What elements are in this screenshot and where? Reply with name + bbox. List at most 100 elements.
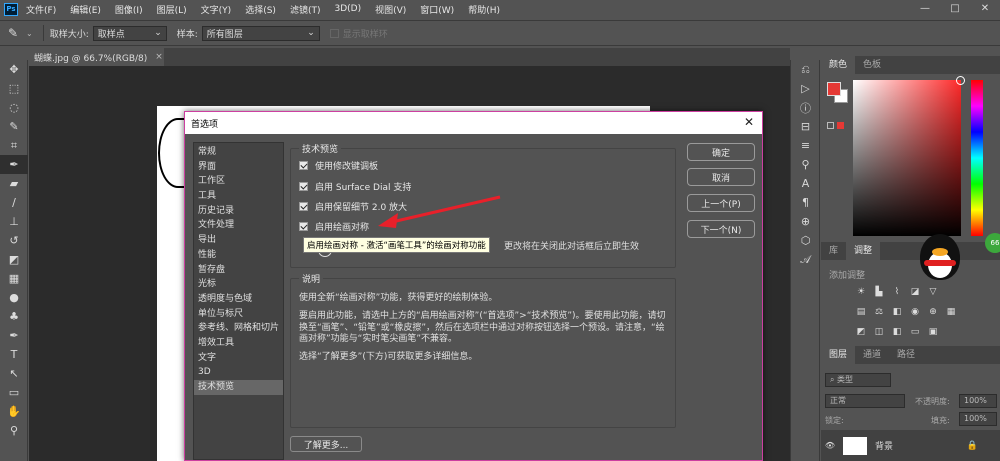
next-button[interactable]: 下一个(N) <box>687 220 755 238</box>
black-white-icon[interactable]: ◧ <box>889 306 905 318</box>
option-surface-dial[interactable]: 启用 Surface Dial 支持 <box>299 180 411 193</box>
hand-tool-icon[interactable]: ✋ <box>0 402 28 421</box>
checkbox-checked[interactable] <box>299 202 308 211</box>
out-of-gamut-icon[interactable] <box>837 122 844 129</box>
healing-brush-tool-icon[interactable]: ▰ <box>0 174 28 193</box>
curves-icon[interactable]: ⌇ <box>889 286 905 298</box>
vibrance-icon[interactable]: ▽ <box>925 286 941 298</box>
lasso-tool-icon[interactable]: ◌ <box>0 98 28 117</box>
menu-view[interactable]: 视图(V) <box>375 3 406 16</box>
paragraph-icon[interactable]: ¶ <box>791 193 820 212</box>
hue-saturation-icon[interactable]: ▤ <box>853 306 869 318</box>
eraser-tool-icon[interactable]: ◩ <box>0 250 28 269</box>
tab-swatches[interactable]: 色板 <box>855 56 889 74</box>
option-paint-symmetry[interactable]: 启用绘画对称 <box>299 220 369 233</box>
character-icon[interactable]: A <box>791 174 820 193</box>
layer-row[interactable]: 👁 背景 🔒 <box>821 430 1000 461</box>
move-tool-icon[interactable]: ✥ <box>0 60 28 79</box>
menu-select[interactable]: 选择(S) <box>245 3 276 16</box>
maximize-button[interactable]: □ <box>940 0 970 18</box>
color-field[interactable] <box>853 76 965 236</box>
menu-type[interactable]: 文字(Y) <box>201 3 232 16</box>
close-icon[interactable]: ✕ <box>744 115 754 129</box>
default-colors-icon[interactable] <box>827 122 834 129</box>
threshold-icon[interactable]: ◧ <box>889 326 905 338</box>
category-workspace[interactable]: 工作区 <box>194 174 283 189</box>
glyphs-icon[interactable]: 𝒜 <box>791 250 820 269</box>
opacity-field[interactable]: 100% <box>959 394 997 408</box>
posterize-icon[interactable]: ◫ <box>871 326 887 338</box>
invert-icon[interactable]: ◩ <box>853 326 869 338</box>
clone-source-icon[interactable]: ⊕ <box>791 212 820 231</box>
type-tool-icon[interactable]: T <box>0 345 28 364</box>
gradient-map-icon[interactable]: ▭ <box>907 326 923 338</box>
channel-mixer-icon[interactable]: ⊕ <box>925 306 941 318</box>
category-units-rulers[interactable]: 单位与标尺 <box>194 307 283 322</box>
tab-layers[interactable]: 图层 <box>821 346 856 364</box>
ok-button[interactable]: 确定 <box>687 143 755 161</box>
close-window-button[interactable]: ✕ <box>970 0 1000 18</box>
pen-tool-icon[interactable]: ✒ <box>0 326 28 345</box>
tab-channels[interactable]: 通道 <box>855 346 889 364</box>
layer-filter-select[interactable]: ⌕ 类型 <box>825 373 891 387</box>
category-transparency[interactable]: 透明度与色域 <box>194 292 283 307</box>
photo-filter-icon[interactable]: ◉ <box>907 306 923 318</box>
gradient-tool-icon[interactable]: ▦ <box>0 269 28 288</box>
menu-3d[interactable]: 3D(D) <box>334 4 361 14</box>
category-type[interactable]: 文字 <box>194 351 283 366</box>
menu-image[interactable]: 图像(I) <box>115 3 143 16</box>
category-history[interactable]: 历史记录 <box>194 204 283 219</box>
path-select-tool-icon[interactable]: ↖ <box>0 364 28 383</box>
menu-layer[interactable]: 图层(L) <box>157 3 187 16</box>
foreground-color-swatch[interactable] <box>827 82 841 96</box>
sample-select[interactable]: 所有图层 ⌄ <box>201 25 320 41</box>
category-technology-previews[interactable]: 技术预览 <box>194 380 283 395</box>
history-icon[interactable]: ⎌ <box>791 60 820 79</box>
checkbox-checked[interactable] <box>299 222 308 231</box>
color-balance-icon[interactable]: ⚖ <box>871 306 887 318</box>
option-preserve-details[interactable]: 启用保留细节 2.0 放大 <box>299 200 407 213</box>
category-cursors[interactable]: 光标 <box>194 277 283 292</box>
lock-icon[interactable]: 🔒 <box>967 441 978 451</box>
quick-select-tool-icon[interactable]: ✎ <box>0 117 28 136</box>
category-export[interactable]: 导出 <box>194 233 283 248</box>
menu-window[interactable]: 窗口(W) <box>420 3 454 16</box>
category-interface[interactable]: 界面 <box>194 160 283 175</box>
category-file-handling[interactable]: 文件处理 <box>194 218 283 233</box>
brush-settings-icon[interactable]: ⚲ <box>791 155 820 174</box>
category-scratch-disks[interactable]: 暂存盘 <box>194 263 283 278</box>
tab-libraries[interactable]: 库 <box>821 242 846 260</box>
cancel-button[interactable]: 取消 <box>687 168 755 186</box>
color-picker-handle[interactable] <box>956 76 965 85</box>
levels-icon[interactable]: ▙ <box>871 286 887 298</box>
visibility-eye-icon[interactable]: 👁 <box>821 441 839 450</box>
checkbox-checked[interactable] <box>299 161 308 170</box>
chevron-down-icon[interactable]: ⌄ <box>26 29 33 38</box>
category-tools[interactable]: 工具 <box>194 189 283 204</box>
close-icon[interactable]: × <box>155 52 163 62</box>
info-icon[interactable]: ⓘ <box>791 98 820 117</box>
dodge-tool-icon[interactable]: ♣ <box>0 307 28 326</box>
marquee-tool-icon[interactable]: ⬚ <box>0 79 28 98</box>
show-ring-checkbox[interactable]: 显示取样环 <box>329 27 388 40</box>
menu-file[interactable]: 文件(F) <box>26 3 56 16</box>
brush-tool-icon[interactable]: ∕ <box>0 193 28 212</box>
brushes-icon[interactable]: ≡ <box>791 136 820 155</box>
tab-adjustments[interactable]: 调整 <box>846 242 881 260</box>
fill-field[interactable]: 100% <box>959 412 997 426</box>
actions-icon[interactable]: ▷ <box>791 79 820 98</box>
category-3d[interactable]: 3D <box>194 365 283 380</box>
color-lookup-icon[interactable]: ▦ <box>943 306 959 318</box>
blend-mode-select[interactable]: 正常 <box>825 394 905 408</box>
history-brush-tool-icon[interactable]: ↺ <box>0 231 28 250</box>
brightness-icon[interactable]: ☀ <box>853 286 869 298</box>
menu-help[interactable]: 帮助(H) <box>468 3 500 16</box>
minimize-button[interactable]: — <box>910 0 940 18</box>
zoom-tool-icon[interactable]: ⚲ <box>0 421 28 440</box>
category-guides-grid[interactable]: 参考线、网格和切片 <box>194 321 283 336</box>
crop-tool-icon[interactable]: ⌗ <box>0 136 28 155</box>
hue-slider[interactable] <box>971 80 983 236</box>
sample-size-select[interactable]: 取样点 ⌄ <box>92 25 167 41</box>
blur-tool-icon[interactable]: ● <box>0 288 28 307</box>
clone-stamp-tool-icon[interactable]: ⊥ <box>0 212 28 231</box>
